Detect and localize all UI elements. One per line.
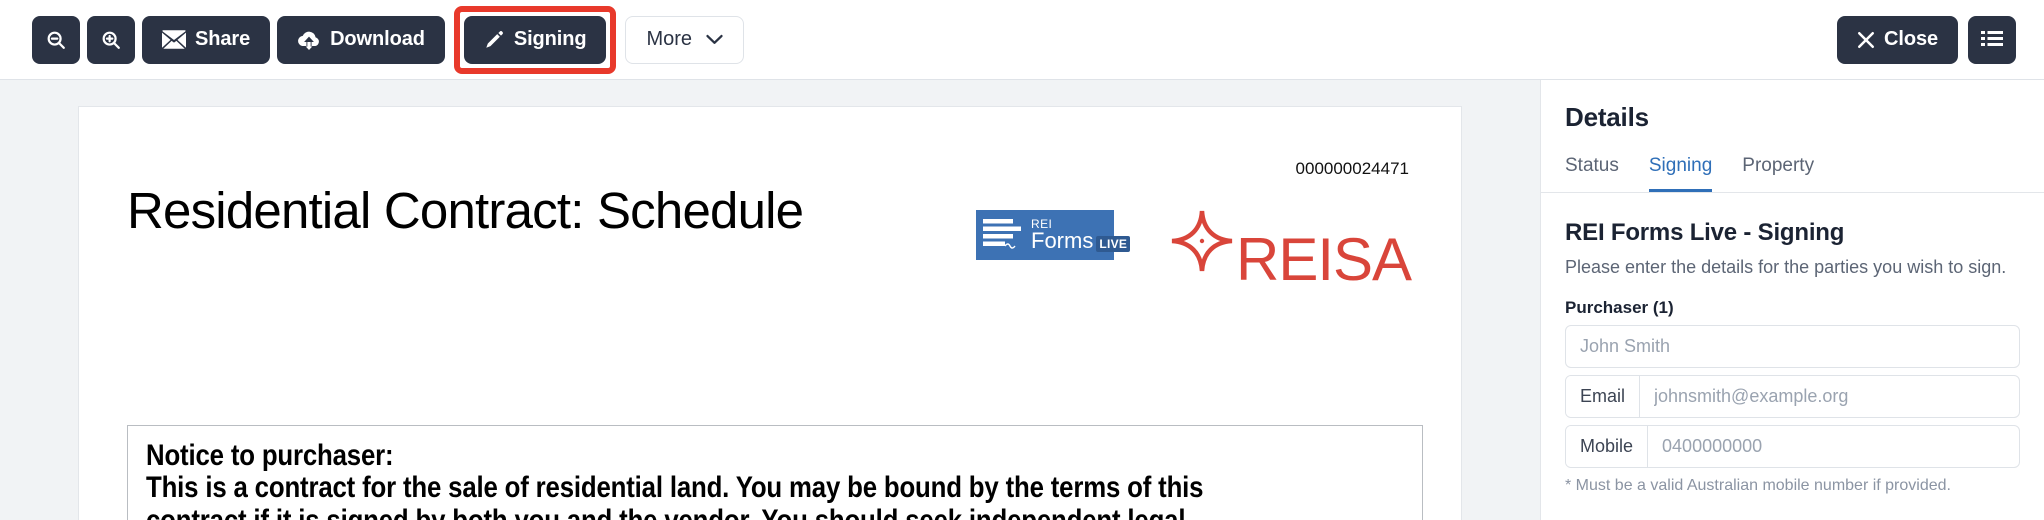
signing-button[interactable]: Signing bbox=[463, 15, 607, 64]
purchaser-mobile-input[interactable] bbox=[1648, 426, 2019, 467]
zoom-out-button[interactable] bbox=[32, 15, 80, 64]
reisa-logo: REISA bbox=[1164, 207, 1412, 293]
zoom-in-icon bbox=[100, 29, 122, 51]
purchaser-name-field[interactable] bbox=[1565, 325, 2020, 368]
details-header: Details bbox=[1541, 80, 2044, 133]
rei-logo-line2: Forms bbox=[1031, 228, 1094, 253]
zoom-out-icon bbox=[45, 29, 67, 51]
tab-signing[interactable]: Signing bbox=[1648, 155, 1713, 192]
zoom-in-button[interactable] bbox=[87, 15, 135, 64]
email-label: Email bbox=[1566, 376, 1641, 417]
top-toolbar: Share Download Signing More Close bbox=[0, 0, 2044, 80]
details-panel-title: Details bbox=[1565, 102, 1649, 132]
download-button-label: Download bbox=[330, 28, 425, 50]
more-button[interactable]: More bbox=[625, 15, 745, 64]
details-panel: Details Status Signing Property REI Form… bbox=[1540, 80, 2044, 520]
share-button-label: Share bbox=[195, 28, 251, 50]
close-button-label: Close bbox=[1884, 28, 1938, 50]
envelope-icon bbox=[162, 30, 186, 49]
rei-logo-wordmark: REI Forms LIVE bbox=[1031, 218, 1131, 253]
share-button[interactable]: Share bbox=[142, 15, 271, 64]
notice-body-part1: This is a contract for the sale of resid… bbox=[146, 471, 1204, 520]
document-page: 000000024471 Residential Contract: Sched… bbox=[78, 106, 1462, 520]
close-button[interactable]: Close bbox=[1837, 15, 1958, 64]
rei-logo-bars-icon bbox=[983, 216, 1027, 255]
document-viewer[interactable]: 000000024471 Residential Contract: Sched… bbox=[0, 80, 1540, 520]
rei-logo-live-badge: LIVE bbox=[1096, 236, 1131, 252]
pen-icon bbox=[484, 29, 505, 50]
purchaser-mobile-field[interactable]: Mobile bbox=[1565, 425, 2020, 468]
chevron-down-icon bbox=[706, 34, 723, 45]
tab-status[interactable]: Status bbox=[1565, 155, 1619, 192]
more-button-label: More bbox=[646, 28, 693, 50]
purchaser-email-input[interactable] bbox=[1640, 376, 2019, 417]
close-icon bbox=[1857, 31, 1875, 49]
reisa-wordmark: REISA bbox=[1236, 226, 1412, 293]
signing-button-label: Signing bbox=[513, 28, 587, 50]
signing-button-highlight: Signing bbox=[453, 5, 617, 74]
toolbar-left-group: Share Download Signing More bbox=[32, 5, 745, 74]
purchaser-email-field[interactable]: Email bbox=[1565, 375, 2020, 418]
signing-subtitle: Please enter the details for the parties… bbox=[1565, 257, 2007, 277]
toolbar-right-group: Close bbox=[1837, 15, 2016, 64]
reisa-star-icon bbox=[1164, 207, 1236, 284]
notice-heading: Notice to purchaser: bbox=[146, 439, 394, 472]
rei-forms-live-logo: REI Forms LIVE bbox=[976, 210, 1131, 260]
signing-heading: REI Forms Live - Signing bbox=[1565, 219, 1845, 246]
download-button[interactable]: Download bbox=[277, 15, 445, 64]
purchaser-label: Purchaser (1) bbox=[1565, 298, 1674, 317]
list-view-button[interactable] bbox=[1968, 15, 2016, 64]
tab-property[interactable]: Property bbox=[1742, 155, 1814, 192]
list-icon bbox=[1981, 30, 2003, 50]
purchaser-name-input[interactable] bbox=[1566, 326, 2019, 367]
notice-to-purchaser-box: Notice to purchaser: This is a contract … bbox=[127, 425, 1423, 520]
mobile-validation-hint: * Must be a valid Australian mobile numb… bbox=[1565, 477, 1951, 494]
signing-panel-body: REI Forms Live - Signing Please enter th… bbox=[1541, 193, 2044, 495]
details-tabs: Status Signing Property bbox=[1541, 155, 2044, 193]
mobile-label: Mobile bbox=[1566, 426, 1649, 467]
cloud-download-icon bbox=[297, 30, 321, 50]
document-title: Residential Contract: Schedule bbox=[127, 182, 804, 239]
document-reference-number: 000000024471 bbox=[1295, 159, 1409, 178]
